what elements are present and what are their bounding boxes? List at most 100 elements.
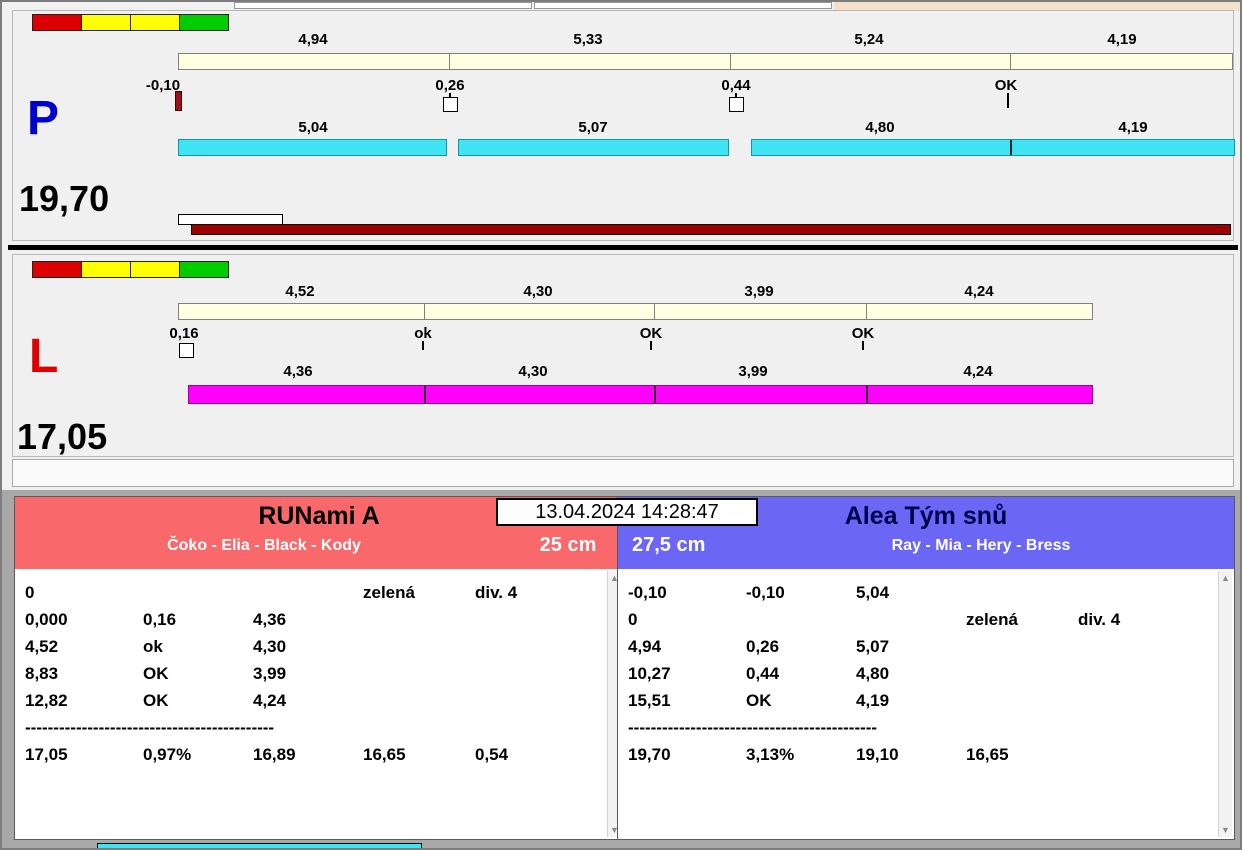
cell: 0,97% [143,745,192,764]
status-segment-red [32,14,82,31]
marker-label: 0,44 [721,77,751,94]
split-time-label: 4,19 [1107,31,1137,48]
cell: 0,44 [746,664,780,683]
table-separator: ----------------------------------------… [25,718,275,737]
cell: 12,82 [25,691,68,710]
scrollbar-right[interactable]: ▲ ▼ [1218,571,1232,837]
lane-l-total-time: 17,05 [17,416,108,457]
lane-l-letter: L [29,330,59,383]
lane-p-leg-bar-3 [751,139,1235,156]
scroll-up-icon[interactable]: ▲ [1219,571,1232,585]
cell: 3,13% [746,745,795,764]
cell: 0,000 [25,610,68,629]
leg-time-label: 5,04 [298,119,328,136]
table-row: 4,94 0,26 5,07 [618,633,1234,660]
lane-l-panel: 4,52 4,30 3,99 4,24 0,16 ok OK OK 4,36 4… [12,254,1234,457]
cell: 3,99 [253,664,287,683]
cell: 0 [628,610,638,629]
status-segment-yellow [81,261,131,278]
cell [475,606,623,633]
lane-p-split-bar [178,53,1233,70]
bar-divider [424,304,425,319]
table-row: 10,27 0,44 4,80 [618,660,1234,687]
leg-time-label: 4,19 [1118,119,1148,136]
status-segment-yellow [130,14,180,31]
status-segment-yellow [81,14,131,31]
table-row: 0,000 0,16 4,36 [15,606,623,633]
table-separator: ----------------------------------------… [628,718,878,737]
status-segment-red [32,261,82,278]
leg-time-label: 4,36 [283,363,313,380]
lane-l-status-strip [32,261,229,278]
cell [363,660,475,687]
cell [1078,579,1234,606]
marker-label: OK [994,77,1018,94]
cell: 17,05 [25,745,68,764]
bar-divider [866,386,868,403]
cell [253,579,363,606]
marker-label: 0,26 [435,77,465,94]
pass-checkbox[interactable] [179,343,194,358]
cell: OK [143,664,169,683]
bar-divider [1010,140,1012,155]
cell [1078,660,1234,687]
marker-label: OK [851,325,875,342]
cell: 16,65 [363,745,406,764]
lane-p-leg-bar-1 [178,139,447,156]
table-row: 4,52 ok 4,30 [15,633,623,660]
cell [363,687,475,714]
team-panel-right: Alea Tým snů 27,5 cm Ray - Mia - Hery - … [617,496,1235,840]
results-table-right: -0,10 -0,10 5,04 0 zelená div. 4 4,94 0,… [618,569,1234,839]
lane-p-panel: 4,94 5,33 5,24 4,19 -0,10 0,26 0,44 OK 5… [12,10,1235,241]
lane-p-status-strip [32,14,229,31]
marker-label: OK [639,325,663,342]
split-time-label: 5,24 [854,31,884,48]
table-row: 8,83 OK 3,99 [15,660,623,687]
bar-divider [730,54,731,69]
marker-tick [650,341,652,350]
pass-checkbox[interactable] [443,97,458,112]
marker-label: 0,16 [169,325,199,342]
team-members: Čoko - Elia - Black - Kody [167,536,361,554]
cell: OK [143,691,169,710]
table-row: -0,10 -0,10 5,04 [618,579,1234,606]
split-time-label: 4,30 [523,283,553,300]
lane-p-leg-bar-2 [458,139,729,156]
scroll-down-icon[interactable]: ▼ [1219,823,1232,837]
cell [363,633,475,660]
table-row: 15,51 OK 4,19 [618,687,1234,714]
marker-label: ok [414,325,432,342]
pass-checkbox[interactable] [729,97,744,112]
lane-p-letter: P [27,92,60,145]
marker-tick [862,341,864,350]
summary-row: 19,70 3,13% 19,10 16,65 [618,741,1234,768]
status-segment-green [179,261,229,278]
cell [1078,687,1234,714]
split-time-label: 5,33 [573,31,603,48]
cell: 15,51 [628,691,671,710]
leg-time-label: 4,30 [518,363,548,380]
cell: 4,52 [25,637,59,656]
split-time-label: 3,99 [744,283,774,300]
bar-divider [449,54,450,69]
cell: 0,26 [746,637,780,656]
cell: div. 4 [1078,610,1121,629]
cell: 0,16 [143,610,177,629]
cell: 5,07 [856,637,890,656]
cell: 4,94 [628,637,662,656]
cell: 16,89 [253,745,296,764]
lane-divider [8,245,1238,250]
marker-tick [422,341,424,350]
lane-p-progress-bar [191,224,1231,235]
cell: 0 [25,583,35,602]
fault-indicator-bar [175,91,182,111]
status-segment-green [179,14,229,31]
cell [475,687,623,714]
cell [966,579,1078,606]
cell: 4,80 [856,664,890,683]
cell [966,687,1078,714]
table-row: 0 zelená div. 4 [618,606,1234,633]
leg-time-label: 4,24 [963,363,993,380]
leg-time-label: 3,99 [738,363,768,380]
cell [966,660,1078,687]
